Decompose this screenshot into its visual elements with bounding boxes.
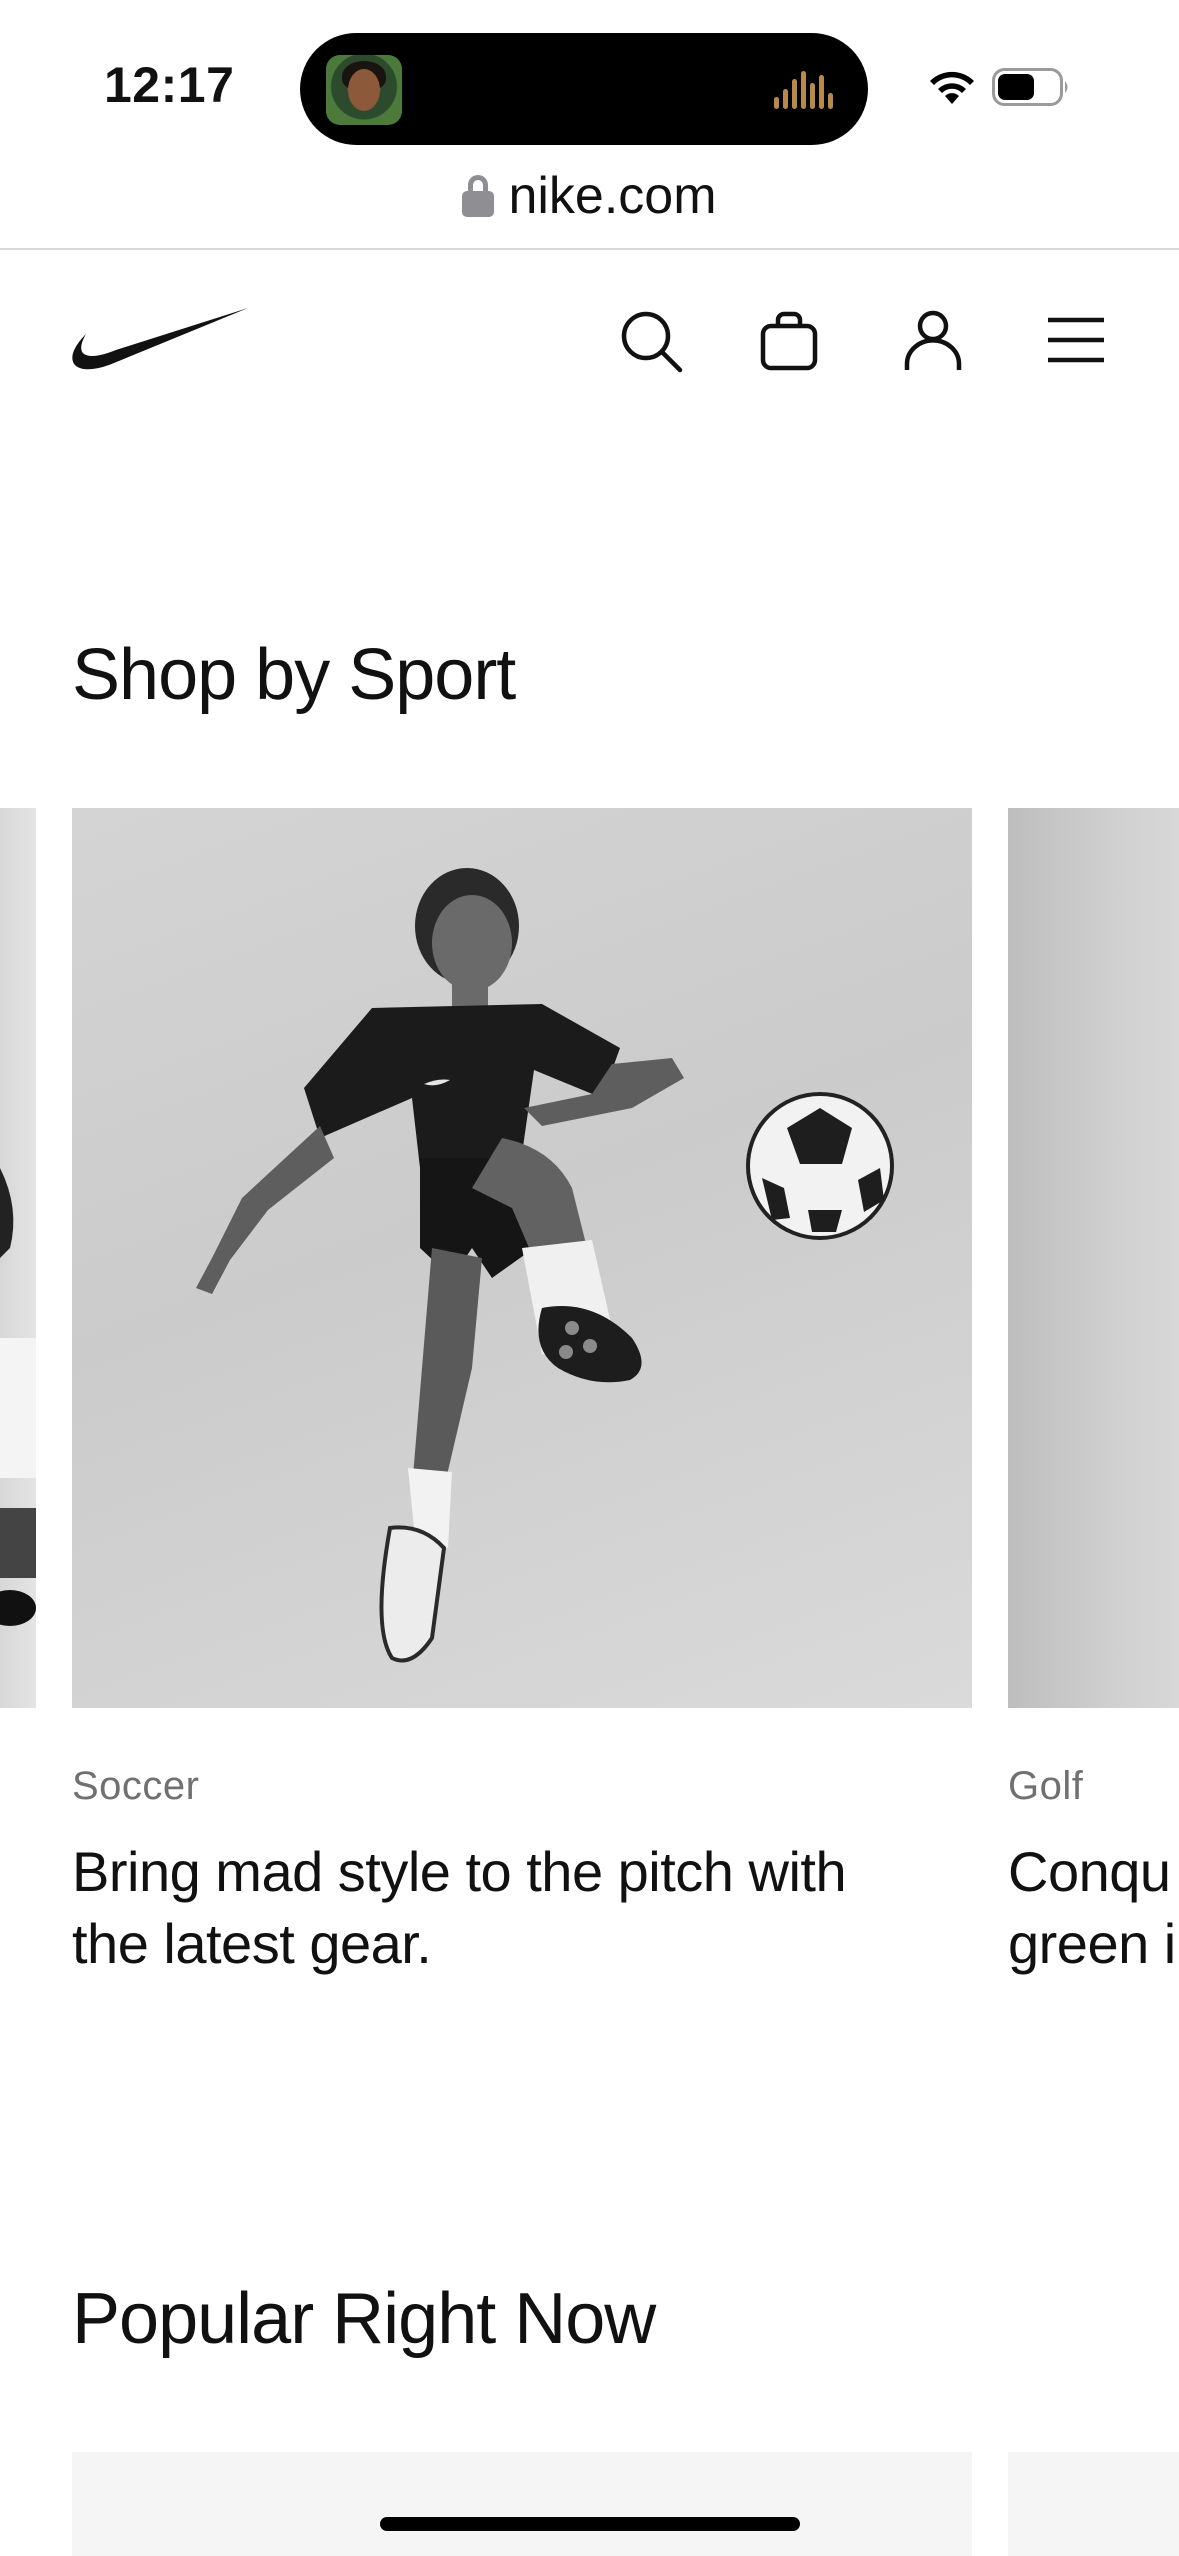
golf-headline-line-2: green i [1008, 1912, 1176, 1975]
golf-card-category[interactable]: Golf [1008, 1764, 1083, 1809]
popular-product-tile[interactable] [72, 2452, 972, 2556]
site-header [0, 252, 1179, 424]
nike-swoosh-logo[interactable] [70, 306, 250, 376]
soccer-player-illustration [196, 868, 894, 1663]
url-text[interactable]: nike.com [508, 166, 716, 226]
bag-icon[interactable] [753, 304, 825, 376]
popular-right-now-title: Popular Right Now [72, 2279, 656, 2359]
soccer-card-image[interactable] [72, 808, 972, 1708]
hamburger-menu-icon[interactable] [1040, 304, 1112, 376]
soccer-card-category[interactable]: Soccer [72, 1764, 200, 1809]
home-indicator[interactable] [380, 2517, 800, 2531]
dynamic-island[interactable] [300, 33, 868, 145]
wifi-icon [930, 71, 974, 104]
audio-waveform-icon [774, 69, 838, 109]
battery-icon [992, 68, 1068, 106]
golf-headline-line-1: Conqu [1008, 1840, 1171, 1903]
status-time: 12:17 [104, 57, 235, 113]
browser-url-bar[interactable]: nike.com [0, 160, 1179, 250]
soccer-card-headline[interactable]: Bring mad style to the pitch with the la… [72, 1836, 932, 1980]
status-bar: 12:17 [0, 0, 1179, 160]
lock-icon [462, 175, 495, 217]
now-playing-album-art [326, 55, 402, 125]
golf-card-headline[interactable]: Conqu green i [1008, 1836, 1179, 1980]
search-icon[interactable] [614, 304, 686, 376]
golf-card-image[interactable] [1008, 808, 1179, 1708]
previous-sport-card-image[interactable] [0, 808, 36, 1708]
shop-by-sport-title: Shop by Sport [72, 635, 516, 715]
user-icon[interactable] [897, 304, 969, 376]
popular-product-tile[interactable] [1008, 2452, 1179, 2556]
